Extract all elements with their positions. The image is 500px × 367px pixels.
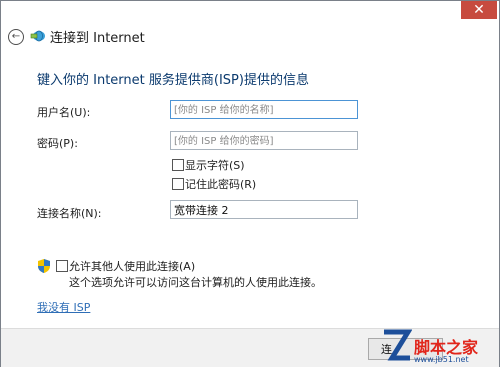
back-arrow-icon: ← xyxy=(11,31,21,42)
username-label: 用户名(U): xyxy=(37,106,91,119)
show-chars-checkbox[interactable] xyxy=(172,159,184,171)
remember-password-label: 记住此密码(R) xyxy=(185,178,257,191)
network-connection-icon xyxy=(30,30,45,42)
uac-shield-icon xyxy=(38,259,50,273)
page-heading: 键入你的 Internet 服务提供商(ISP)提供的信息 xyxy=(37,73,309,88)
connect-internet-dialog: ✕ ← 连接到 Internet 键入你的 Internet 服务提供商(ISP… xyxy=(0,0,500,367)
connection-name-label: 连接名称(N): xyxy=(37,207,102,220)
allow-others-description: 这个选项允许可以访问这台计算机的人使用此连接。 xyxy=(69,276,322,289)
watermark-logo xyxy=(384,329,412,361)
site-watermark: 脚本之家 www.jb51.net xyxy=(382,326,500,367)
show-chars-label: 显示字符(S) xyxy=(185,159,245,172)
allow-others-checkbox[interactable] xyxy=(56,260,68,272)
window-title: 连接到 Internet xyxy=(50,31,145,46)
no-isp-link[interactable]: 我没有 ISP xyxy=(37,299,90,315)
password-label: 密码(P): xyxy=(37,137,78,150)
close-button[interactable]: ✕ xyxy=(461,1,497,19)
username-input[interactable]: [你的 ISP 给你的名称] xyxy=(170,100,358,119)
remember-password-checkbox[interactable] xyxy=(172,178,184,190)
back-button[interactable]: ← xyxy=(8,29,24,45)
password-input[interactable]: [你的 ISP 给你的密码] xyxy=(170,131,358,150)
watermark-url: www.jb51.net xyxy=(414,355,469,364)
title-bar: ✕ ← 连接到 Internet xyxy=(1,1,499,53)
connection-name-input[interactable]: 宽带连接 2 xyxy=(170,200,358,219)
allow-others-label: 允许其他人使用此连接(A) xyxy=(69,260,196,273)
close-icon: ✕ xyxy=(473,2,485,18)
